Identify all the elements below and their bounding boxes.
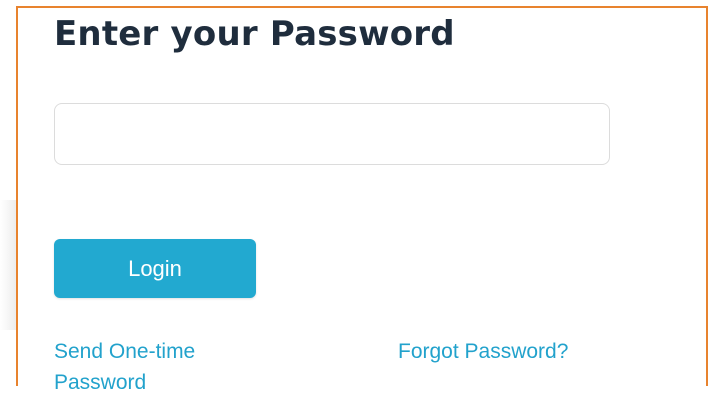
- password-input[interactable]: [54, 103, 610, 165]
- left-edge-shadow: [0, 200, 16, 330]
- send-one-time-password-link[interactable]: Send One-time Password: [54, 336, 274, 398]
- otp-link-line2: Password: [54, 371, 147, 394]
- login-panel-frame: [16, 6, 708, 386]
- otp-link-line1: Send One-time: [54, 340, 196, 363]
- page-title: Enter your Password: [54, 14, 455, 54]
- forgot-password-link[interactable]: Forgot Password?: [398, 336, 568, 367]
- login-button[interactable]: Login: [54, 239, 256, 298]
